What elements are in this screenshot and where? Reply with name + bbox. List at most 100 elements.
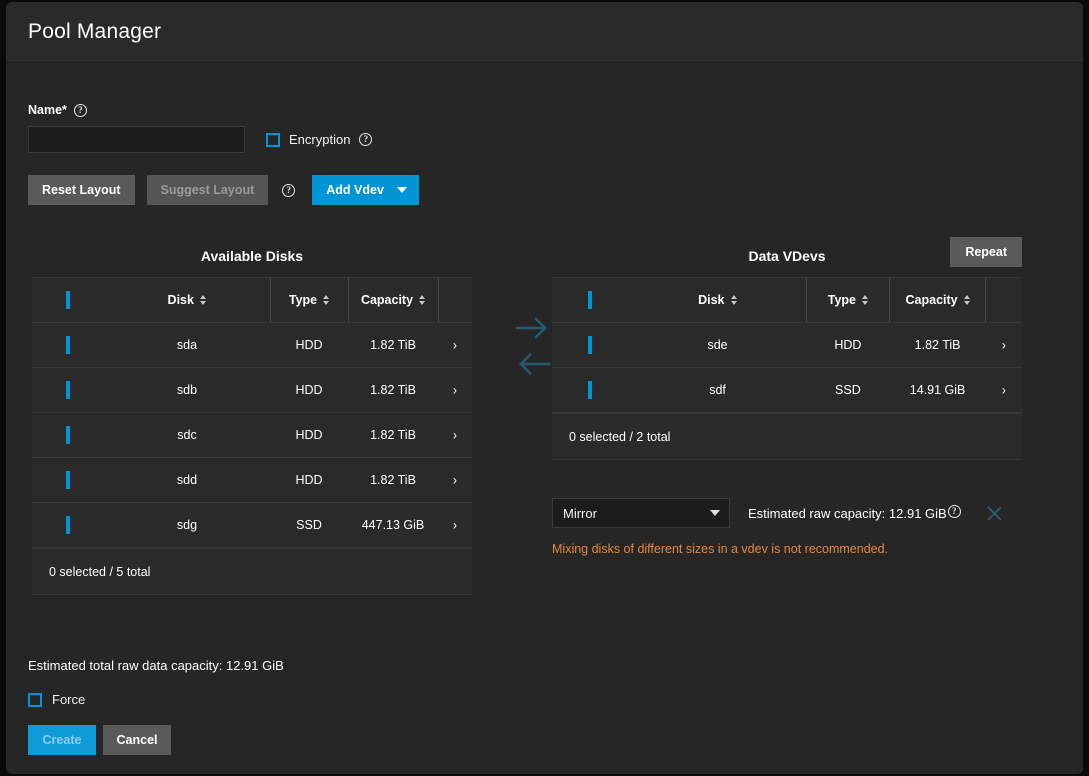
table-row[interactable]: sdd HDD 1.82 TiB › [32, 457, 472, 503]
row-checkbox[interactable] [66, 516, 70, 534]
chevron-down-icon [710, 510, 720, 516]
row-select-cell[interactable] [32, 367, 104, 413]
expand-row-button[interactable]: › [438, 322, 472, 368]
available-disks-header: Available Disks [32, 235, 472, 277]
select-all-header[interactable] [32, 277, 104, 323]
row-select-cell[interactable] [32, 502, 104, 548]
column-header-capacity-label: Capacity [360, 293, 414, 307]
row-select-cell[interactable] [32, 412, 104, 458]
table-row[interactable]: sdg SSD 447.13 GiB › [32, 502, 472, 548]
table-row[interactable]: sda HDD 1.82 TiB › [32, 322, 472, 368]
estimated-total-capacity: Estimated total raw data capacity: 12.91… [28, 658, 284, 673]
table-row[interactable]: sde HDD 1.82 TiB › [552, 322, 1022, 368]
form-content: Name* ? Encryption ? Reset Layout Sugges… [6, 103, 1083, 595]
add-vdev-button[interactable]: Add Vdev [312, 175, 420, 205]
expand-row-button[interactable]: › [985, 367, 1022, 413]
sort-icon[interactable] [323, 295, 330, 305]
cell-type: SSD [806, 367, 890, 413]
sort-icon[interactable] [730, 295, 737, 305]
expand-row-button[interactable]: › [438, 457, 472, 503]
name-help-icon[interactable]: ? [73, 103, 87, 117]
table-header-row: Disk Type Capacity [32, 277, 472, 323]
encryption-checkbox[interactable] [266, 132, 280, 147]
arrow-left-icon[interactable] [515, 352, 551, 376]
column-header-expand [438, 277, 472, 323]
arrow-right-icon[interactable] [515, 316, 551, 340]
remove-vdev-button[interactable] [971, 497, 1019, 529]
vdev-layout-select[interactable]: Mirror [552, 498, 730, 528]
row-select-cell[interactable] [32, 457, 104, 503]
sort-icon[interactable] [963, 295, 970, 305]
cancel-button[interactable]: Cancel [103, 725, 171, 755]
cell-capacity: 447.13 GiB [348, 502, 438, 548]
column-header-type-label: Type [827, 293, 856, 307]
row-select-cell[interactable] [552, 367, 629, 413]
vdev-layout-selected-value: Mirror [563, 505, 597, 521]
repeat-button[interactable]: Repeat [950, 237, 1022, 267]
name-row: Encryption ? [28, 126, 1061, 153]
column-header-disk[interactable]: Disk [628, 277, 807, 323]
row-checkbox[interactable] [66, 336, 70, 354]
row-checkbox[interactable] [66, 426, 70, 444]
expand-row-button[interactable]: › [438, 502, 472, 548]
cell-type: HDD [806, 322, 890, 368]
table-row[interactable]: sdb HDD 1.82 TiB › [32, 367, 472, 413]
expand-row-button[interactable]: › [438, 367, 472, 413]
column-header-disk[interactable]: Disk [104, 277, 271, 323]
cell-capacity: 1.82 TiB [889, 322, 986, 368]
table-row[interactable]: sdf SSD 14.91 GiB › [552, 367, 1022, 413]
force-label: Force [52, 692, 86, 707]
table-row[interactable]: sdc HDD 1.82 TiB › [32, 412, 472, 458]
column-header-type[interactable]: Type [806, 277, 891, 323]
estimated-raw-capacity-text: Estimated raw capacity: 12.91 GiB [748, 505, 947, 521]
column-header-expand [985, 277, 1022, 323]
cell-capacity: 14.91 GiB [889, 367, 986, 413]
pool-manager-window: Pool Manager Name* ? Encryption ? Reset … [6, 2, 1083, 774]
reset-layout-button[interactable]: Reset Layout [28, 175, 135, 205]
cell-disk: sdf [628, 367, 807, 413]
sort-icon[interactable] [199, 295, 206, 305]
bottom-section: Estimated total raw data capacity: 12.91… [28, 658, 284, 755]
estimated-capacity-help-icon[interactable]: ? [947, 504, 961, 518]
expand-row-button[interactable]: › [985, 322, 1022, 368]
force-checkbox[interactable] [28, 692, 42, 707]
available-disks-footer: 0 selected / 5 total [32, 548, 472, 595]
vdev-config-row: Mirror Estimated raw capacity: 12.91 GiB… [552, 497, 1022, 529]
close-icon [987, 505, 1002, 521]
column-header-type[interactable]: Type [270, 277, 349, 323]
row-checkbox[interactable] [588, 336, 593, 354]
row-checkbox[interactable] [588, 381, 593, 399]
pool-name-input[interactable] [28, 126, 245, 153]
force-checkbox-group[interactable]: Force [28, 692, 284, 707]
select-all-checkbox[interactable] [588, 291, 593, 309]
column-header-capacity[interactable]: Capacity [889, 277, 987, 323]
encryption-checkbox-group[interactable]: Encryption ? [266, 132, 373, 147]
row-select-cell[interactable] [32, 322, 104, 368]
row-checkbox[interactable] [66, 471, 70, 489]
row-select-cell[interactable] [552, 322, 629, 368]
sort-icon[interactable] [862, 295, 868, 305]
select-all-checkbox[interactable] [66, 291, 70, 309]
cell-disk: sdb [104, 367, 270, 413]
encryption-help-icon[interactable]: ? [359, 133, 373, 146]
available-disks-body: sda HDD 1.82 TiB › sdb HDD 1.82 TiB › sd… [32, 322, 472, 548]
vdev-warning-message: Mixing disks of different sizes in a vde… [552, 542, 889, 556]
row-checkbox[interactable] [66, 381, 70, 399]
column-header-disk-label: Disk [167, 293, 194, 307]
cell-capacity: 1.82 TiB [348, 412, 438, 458]
chevron-down-icon [397, 187, 408, 193]
column-header-capacity-label: Capacity [905, 293, 958, 307]
cell-type: SSD [270, 502, 348, 548]
create-button[interactable]: Create [28, 725, 96, 755]
sort-icon[interactable] [419, 295, 426, 305]
expand-row-button[interactable]: › [438, 412, 472, 458]
layout-help-icon[interactable]: ? [282, 183, 296, 197]
available-disks-title: Available Disks [200, 248, 304, 264]
select-all-header[interactable] [552, 277, 629, 323]
available-disks-table: Disk Type Capacity sda HDD 1.82 TiB › sd… [32, 277, 472, 548]
column-header-capacity[interactable]: Capacity [348, 277, 439, 323]
data-vdevs-table: Disk Type Capacity sde HDD 1.82 TiB › sd… [552, 277, 1022, 413]
column-header-disk-label: Disk [698, 293, 725, 307]
suggest-layout-button[interactable]: Suggest Layout [146, 175, 269, 205]
cell-type: HDD [270, 367, 348, 413]
